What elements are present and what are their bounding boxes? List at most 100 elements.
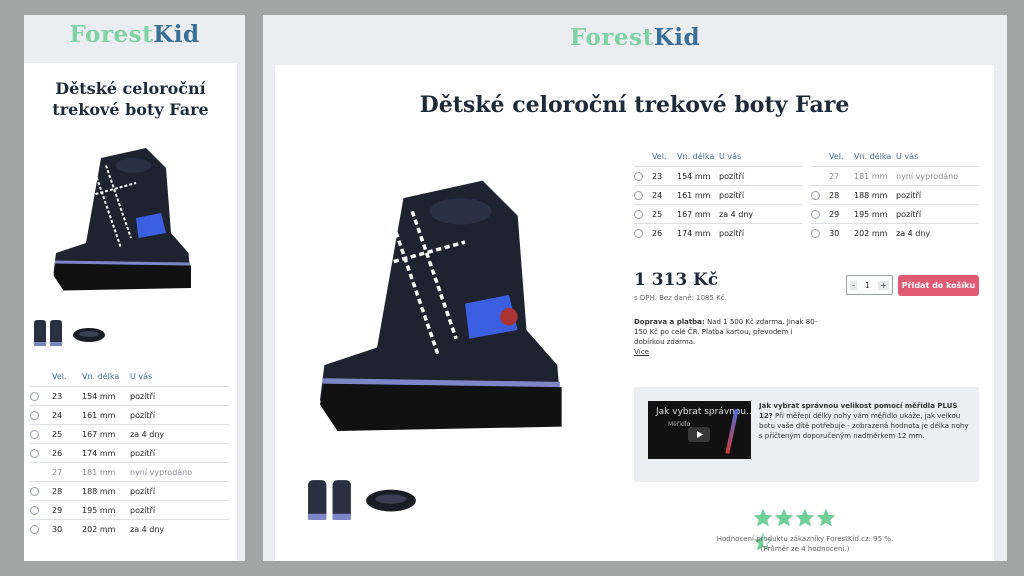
size-cell: 27: [829, 166, 854, 186]
table-row[interactable]: 28 188 mm pozítří: [30, 481, 229, 501]
size-table-right: Vel. Vn. délka U vás 27 181 mm nyní vyprod…: [811, 152, 979, 243]
product-image[interactable]: [46, 138, 201, 303]
thumbnail-front[interactable]: [32, 318, 66, 348]
size-radio[interactable]: [30, 524, 39, 534]
availability-cell: pozítří: [130, 443, 229, 463]
size-radio-cell: [634, 185, 652, 205]
brand-logo[interactable]: ForestKid: [263, 24, 1007, 51]
length-cell: 181 mm: [82, 462, 130, 482]
size-cell: 28: [829, 185, 854, 205]
length-cell: 154 mm: [677, 166, 719, 186]
qty-plus-button[interactable]: +: [878, 280, 889, 290]
size-radio[interactable]: [634, 228, 643, 238]
size-cell: 29: [52, 500, 82, 520]
table-row[interactable]: 26 174 mm pozítří: [634, 223, 802, 243]
play-button[interactable]: [688, 427, 710, 442]
mobile-product-card: Dětské celoroční trekové boty Fare Vel. …: [24, 63, 237, 561]
table-row: 27 181 mm nyní vyprodáno: [30, 462, 229, 482]
size-cell: 30: [52, 519, 82, 539]
desktop-product-card: Dětské celoroční trekové boty Fare Vel. …: [275, 65, 994, 561]
availability-cell: nyní vyprodáno: [896, 166, 979, 186]
size-radio[interactable]: [30, 429, 39, 439]
size-radio[interactable]: [30, 410, 39, 420]
length-cell: 202 mm: [82, 519, 130, 539]
availability-cell: pozítří: [130, 405, 229, 425]
table-row[interactable]: 23 154 mm pozítří: [30, 386, 229, 406]
availability-cell: pozítří: [130, 481, 229, 501]
availability-cell: pozítří: [719, 185, 802, 205]
size-radio[interactable]: [30, 505, 39, 515]
size-radio-cell: [811, 166, 829, 186]
table-row[interactable]: 25 167 mm za 4 dny: [634, 204, 802, 224]
table-row[interactable]: 28 188 mm pozítří: [811, 185, 979, 205]
page-title: Dětské celoroční trekové boty Fare: [419, 92, 850, 118]
size-radio[interactable]: [634, 171, 643, 181]
size-radio[interactable]: [30, 448, 39, 458]
size-radio[interactable]: [30, 391, 39, 401]
table-row[interactable]: 30 202 mm za 4 dny: [30, 519, 229, 539]
add-to-cart-button[interactable]: Přidat do košíku: [898, 275, 979, 296]
availability-cell: pozítří: [896, 185, 979, 205]
table-row[interactable]: 26 174 mm pozítří: [30, 443, 229, 463]
price: 1 313 Kč: [634, 270, 719, 290]
desktop-view-panel: ForestKid Dětské celoroční trekové boty …: [263, 15, 1007, 561]
size-table-left: Vel. Vn. délka U vás 23 154 mm pozítří 24 16…: [634, 152, 802, 243]
table-row[interactable]: 29 195 mm pozítří: [30, 500, 229, 520]
size-radio-cell: [30, 462, 52, 482]
size-radio[interactable]: [811, 190, 820, 200]
qty-minus-button[interactable]: -: [850, 280, 857, 290]
size-cell: 24: [652, 185, 677, 205]
size-radio-cell: [30, 424, 52, 444]
size-radio[interactable]: [30, 486, 39, 496]
size-cell: 30: [829, 223, 854, 243]
star-icon: [753, 508, 773, 527]
qty-value[interactable]: 1: [865, 281, 870, 290]
size-radio-cell: [634, 204, 652, 224]
size-radio-cell: [30, 443, 52, 463]
video-description: Jak vybrat správnou velikost pomocí měři…: [759, 402, 969, 440]
thumbnail-sole[interactable]: [363, 479, 419, 519]
size-cell: 25: [652, 204, 677, 224]
length-cell: 167 mm: [82, 424, 130, 444]
page-title: Dětské celoroční trekové boty Fare: [52, 79, 209, 119]
video-thumbnail[interactable]: Jak vybrat správnou... Měřidlo: [648, 401, 751, 459]
shipping-label: Doprava a platba:: [634, 318, 705, 326]
length-cell: 202 mm: [854, 223, 896, 243]
size-radio[interactable]: [811, 228, 820, 238]
boot-illustration: [53, 148, 191, 291]
size-cell: 24: [52, 405, 82, 425]
star-icon: [816, 508, 836, 527]
table-row[interactable]: 30 202 mm za 4 dny: [811, 223, 979, 243]
size-radio[interactable]: [811, 209, 820, 219]
availability-cell: za 4 dny: [130, 424, 229, 444]
thumbnail-sole[interactable]: [71, 323, 107, 345]
size-cell: 26: [652, 223, 677, 243]
size-cell: 28: [52, 481, 82, 501]
mobile-view-panel: ForestKid Dětské celoroční trekové boty F…: [24, 15, 245, 561]
table-row: 27 181 mm nyní vyprodáno: [811, 166, 979, 186]
availability-cell: pozítří: [130, 500, 229, 520]
size-radio-cell: [30, 386, 52, 406]
shipping-more-link[interactable]: Více: [634, 348, 649, 356]
shipping-info: Doprava a platba: Nad 1 500 Kč zdarma. J…: [634, 318, 818, 356]
table-row[interactable]: 23 154 mm pozítří: [634, 166, 802, 186]
length-cell: 167 mm: [677, 204, 719, 224]
size-cell: 26: [52, 443, 82, 463]
table-row[interactable]: 29 195 mm pozítří: [811, 204, 979, 224]
availability-cell: pozítří: [130, 386, 229, 406]
length-cell: 195 mm: [82, 500, 130, 520]
table-row[interactable]: 24 161 mm pozítří: [634, 185, 802, 205]
measure-video-block: Jak vybrat správnou... Měřidlo Jak vybra…: [634, 387, 979, 482]
product-image[interactable]: [303, 163, 583, 453]
thumbnail-front[interactable]: [305, 474, 357, 526]
brand-logo[interactable]: ForestKid: [24, 21, 245, 48]
table-row[interactable]: 24 161 mm pozítří: [30, 405, 229, 425]
size-radio[interactable]: [634, 190, 643, 200]
boot-illustration: [319, 180, 562, 432]
size-radio[interactable]: [634, 209, 643, 219]
size-radio-cell: [30, 481, 52, 501]
rating-text: Hodnocení produktu zákazníky ForestKid.c…: [716, 535, 894, 553]
availability-cell: pozítří: [896, 204, 979, 224]
table-row[interactable]: 25 167 mm za 4 dny: [30, 424, 229, 444]
quantity-stepper[interactable]: - 1 +: [846, 275, 893, 295]
